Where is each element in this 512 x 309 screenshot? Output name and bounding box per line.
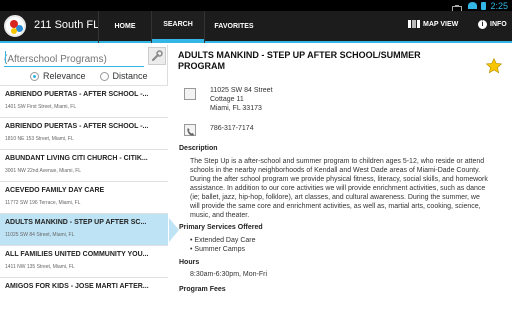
item-address: 3001 NW 22nd Avenue, Miami, FL	[5, 168, 82, 174]
wifi-icon	[468, 2, 478, 9]
detail-title: ADULTS MANKIND - STEP UP AFTER SCHOOL/SU…	[178, 50, 421, 71]
service-item: Summer Camps	[190, 245, 256, 254]
tab-search[interactable]: SEARCH	[152, 11, 204, 43]
service-item: Extended Day Care	[190, 236, 255, 245]
phone-row[interactable]: 786-317-7174	[184, 124, 254, 136]
tab-home[interactable]: HOME	[99, 11, 151, 43]
favorite-star-icon[interactable]	[485, 57, 503, 79]
description-text: The Step Up is a after-school and summer…	[190, 158, 488, 219]
results-list: ABRIENDO PUERTAS - AFTER SCHOOL -... 140…	[0, 85, 179, 309]
info-icon: i	[478, 20, 487, 29]
map-icon	[408, 20, 420, 28]
list-item[interactable]: ALL FAMILIES UNITED COMMUNITY YOU... 141…	[0, 245, 168, 277]
app-title: 211 South FL	[34, 19, 100, 31]
list-item[interactable]: ACEVEDO FAMILY DAY CARE 11772 SW 196 Ter…	[0, 181, 168, 213]
fees-label: Program Fees	[179, 286, 226, 293]
address-text: 11025 SW 84 Street Cottage 11 Miami, FL …	[210, 86, 330, 113]
app-logo-icon[interactable]	[4, 15, 26, 37]
search-settings-button[interactable]	[148, 47, 166, 65]
sort-distance-radio[interactable]: Distance	[99, 71, 148, 81]
list-item[interactable]: AMIGOS FOR KIDS - JOSE MARTI AFTER...	[0, 277, 168, 309]
wrench-icon	[152, 50, 163, 61]
map-view-button[interactable]: MAP VIEW	[408, 20, 458, 28]
search-field	[4, 49, 144, 68]
item-address: 1810 NE 153 Street, Miami, FL	[5, 136, 74, 142]
address-line2: Cottage 11	[210, 96, 244, 103]
search-input[interactable]	[4, 51, 144, 68]
item-address: 1411 NW 135 Street, Miami, FL	[5, 264, 75, 270]
map-thumbnail-icon	[184, 88, 196, 100]
address-line3: Miami, FL 33173	[210, 105, 262, 112]
item-address: 11772 SW 196 Terrace, Miami, FL	[5, 200, 81, 206]
item-address: 1401 SW First Street, Miami, FL	[5, 104, 77, 110]
status-bar: 2:25	[0, 0, 512, 14]
item-name: AMIGOS FOR KIDS - JOSE MARTI AFTER...	[5, 283, 149, 290]
info-button[interactable]: i INFO	[478, 20, 507, 29]
sort-distance-label: Distance	[112, 71, 148, 81]
item-name: ALL FAMILIES UNITED COMMUNITY YOU...	[5, 251, 149, 258]
tab-favorites[interactable]: FAVORITES	[205, 11, 263, 43]
results-pane: Relevance Distance ABRIENDO PUERTAS - AF…	[0, 45, 179, 309]
radio-unselected-icon	[99, 71, 109, 81]
action-bar: 211 South FL HOME SEARCH FAVORITES MAP V…	[0, 11, 512, 43]
screenshot-icon	[452, 1, 462, 14]
item-address: 11025 SW 84 Street, Miami, FL	[5, 232, 75, 238]
tab-bar: HOME SEARCH FAVORITES	[98, 11, 263, 43]
radio-selected-icon	[30, 71, 39, 81]
sort-relevance-label: Relevance	[43, 71, 86, 81]
clock: 2:25	[490, 0, 508, 11]
list-item[interactable]: ABRIENDO PUERTAS - AFTER SCHOOL -... 181…	[0, 117, 168, 149]
text-cursor	[5, 51, 6, 63]
services-list: Extended Day Care Summer Camps	[190, 236, 256, 254]
hours-label: Hours	[179, 259, 200, 266]
sort-options: Relevance Distance	[30, 71, 148, 81]
list-item[interactable]: ABRIENDO PUERTAS - AFTER SCHOOL -... 140…	[0, 85, 168, 117]
map-view-label: MAP VIEW	[423, 20, 459, 28]
list-item-selected[interactable]: ADULTS MANKIND - STEP UP AFTER SC... 110…	[0, 213, 179, 245]
item-name: ADULTS MANKIND - STEP UP AFTER SC...	[5, 219, 147, 226]
services-label: Primary Services Offered	[179, 224, 263, 231]
sort-relevance-radio[interactable]: Relevance	[30, 71, 86, 81]
address-line1: 11025 SW 84 Street	[210, 87, 273, 94]
description-label: Description	[179, 145, 218, 152]
item-name: ACEVEDO FAMILY DAY CARE	[5, 187, 105, 194]
info-label: INFO	[490, 21, 507, 28]
list-item[interactable]: ABUNDANT LIVING CITI CHURCH - CITIK... 3…	[0, 149, 168, 181]
detail-pane: ADULTS MANKIND - STEP UP AFTER SCHOOL/SU…	[178, 50, 503, 294]
item-name: ABUNDANT LIVING CITI CHURCH - CITIK...	[5, 155, 148, 162]
item-name: ABRIENDO PUERTAS - AFTER SCHOOL -...	[5, 123, 149, 130]
hours-text: 8:30am-6:30pm, Mon-Fri	[190, 271, 268, 278]
item-name: ABRIENDO PUERTAS - AFTER SCHOOL -...	[5, 91, 149, 98]
phone-number: 786-317-7174	[210, 125, 254, 132]
battery-icon	[481, 1, 487, 10]
phone-icon	[184, 124, 196, 136]
